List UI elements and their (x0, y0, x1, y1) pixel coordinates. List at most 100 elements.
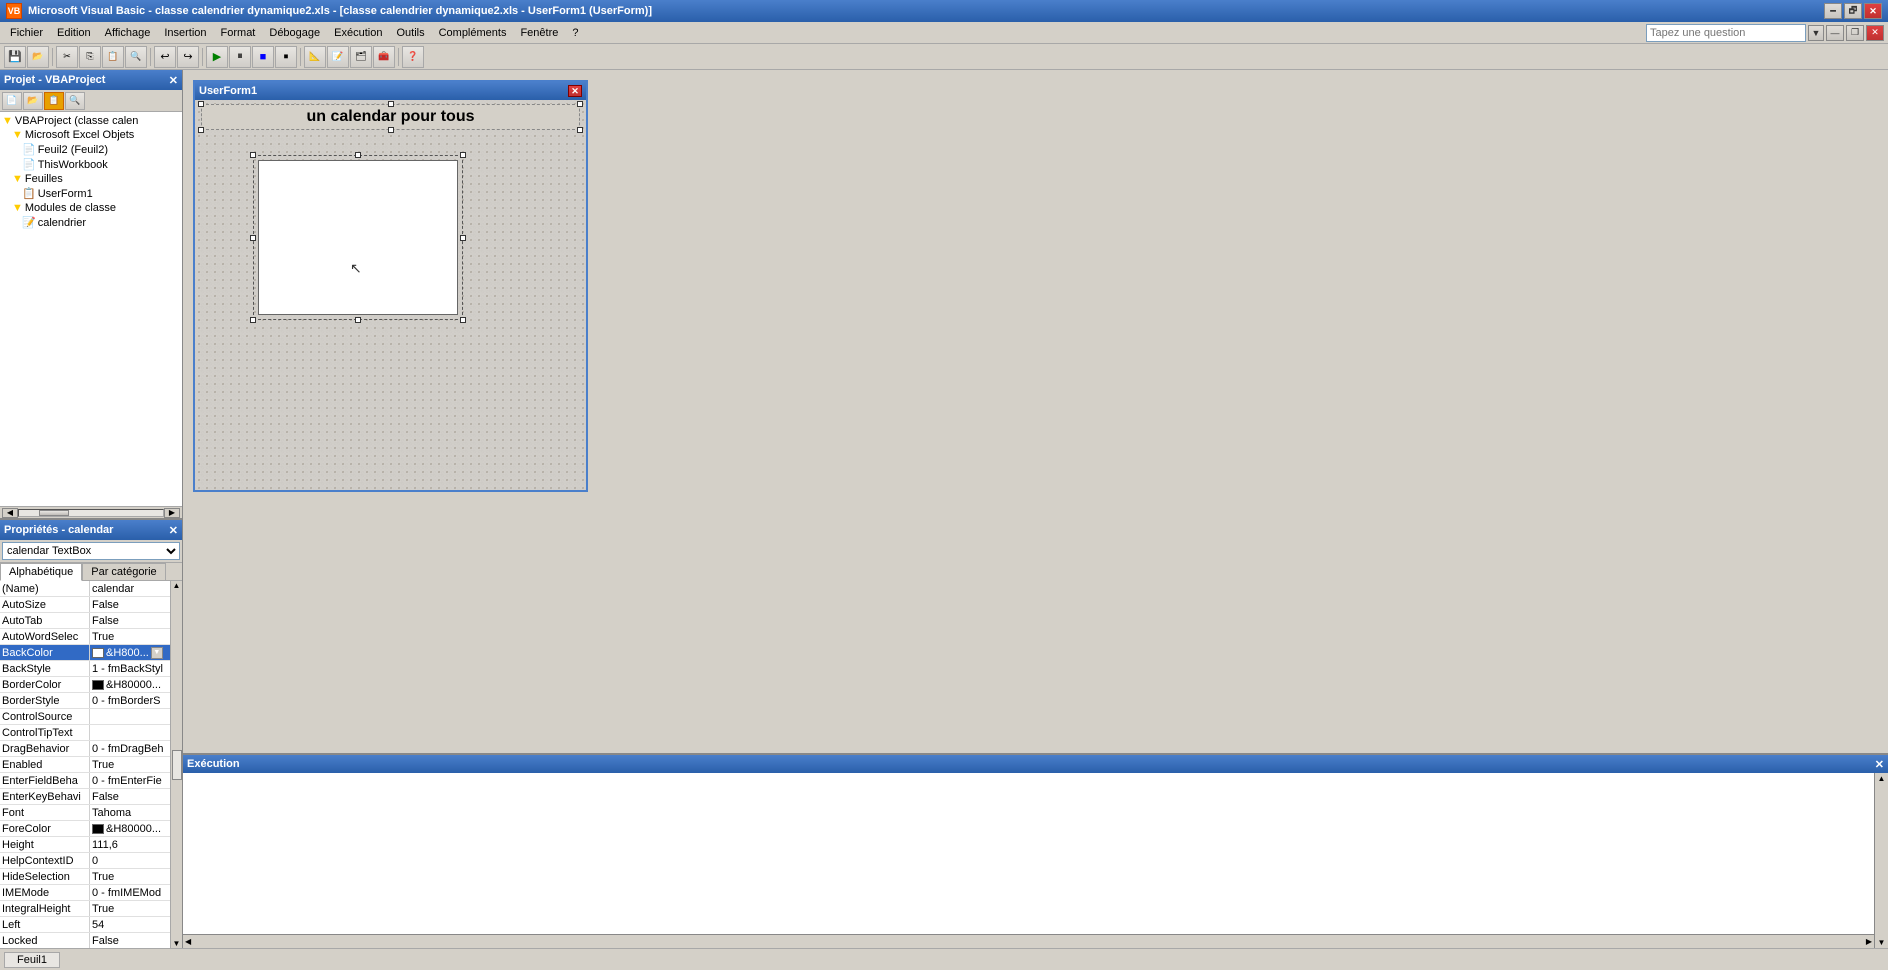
project-panel-close[interactable]: ✕ (169, 74, 178, 87)
tool-pause[interactable]: ⏸ (229, 46, 251, 68)
handle-tl[interactable] (198, 101, 204, 107)
scroll-thumb[interactable] (39, 510, 69, 516)
proj-btn-1[interactable]: 📄 (2, 92, 22, 110)
tree-icon-feuil2: 📄 (22, 143, 36, 156)
exec-hscroll-right[interactable]: ▶ (1864, 937, 1874, 946)
backcolor-dropdown[interactable]: ▼ (151, 647, 163, 659)
prop-imemode: IMEMode 0 - fmIMEMod (0, 885, 170, 901)
tree-item-thisworkbook[interactable]: 📄 ThisWorkbook (2, 157, 180, 172)
menu-fenetre[interactable]: Fenêtre (514, 25, 564, 41)
prop-forecolor: ForeColor &H80000... (0, 821, 170, 837)
tool-paste[interactable]: 📋 (102, 46, 124, 68)
tool-open[interactable]: 📂 (27, 46, 49, 68)
window-close[interactable]: ✕ (1866, 25, 1884, 41)
tool-copy[interactable]: ⎘ (79, 46, 101, 68)
exec-scroll-down[interactable]: ▼ (1877, 937, 1887, 948)
exec-hscroll-left[interactable]: ◀ (183, 937, 193, 946)
tool-redo[interactable]: ↪ (177, 46, 199, 68)
tree-item-calendrier[interactable]: 📝 calendrier (2, 215, 180, 230)
menu-insertion[interactable]: Insertion (158, 25, 212, 41)
handle-br[interactable] (577, 127, 583, 133)
menu-execution[interactable]: Exécution (328, 25, 388, 41)
question-box: ▼ — ❐ ✕ (1646, 24, 1884, 42)
scroll-track[interactable] (18, 509, 164, 517)
tool-explorer[interactable]: 🗂 (350, 46, 372, 68)
proj-btn-3[interactable]: 📋 (44, 92, 64, 110)
handle-tb-br[interactable] (460, 317, 466, 323)
handle-tr[interactable] (577, 101, 583, 107)
tree-label-feuilles: Feuilles (25, 173, 63, 185)
tab-alphabetique[interactable]: Alphabétique (0, 563, 82, 581)
prop-controlsource: ControlSource (0, 709, 170, 725)
handle-tb-tl[interactable] (250, 152, 256, 158)
scroll-thumb[interactable] (172, 750, 182, 780)
tab-par-categorie[interactable]: Par catégorie (82, 563, 165, 580)
window-minimize[interactable]: — (1826, 25, 1844, 41)
tree-item-modules[interactable]: ▼ Modules de classe (2, 201, 180, 215)
scroll-down-btn[interactable]: ▼ (173, 939, 181, 948)
textbox-container[interactable] (253, 155, 463, 320)
window-restore[interactable]: ❐ (1846, 25, 1864, 41)
question-input[interactable] (1646, 24, 1806, 42)
question-dropdown[interactable]: ▼ (1808, 25, 1824, 41)
props-panel-close[interactable]: ✕ (169, 524, 178, 537)
tool-props[interactable]: 📝 (327, 46, 349, 68)
menu-help[interactable]: ? (566, 25, 584, 41)
handle-bl[interactable] (198, 127, 204, 133)
tool-run[interactable]: ▶ (206, 46, 228, 68)
prop-backcolor[interactable]: BackColor &H800... ▼ (0, 645, 170, 661)
scroll-up-btn[interactable]: ▲ (173, 581, 181, 590)
exec-scrollbar[interactable]: ▲ ▼ (1874, 773, 1888, 948)
menu-edition[interactable]: Edition (51, 25, 97, 41)
forecolor-swatch (92, 824, 104, 834)
tool-design[interactable]: 📐 (304, 46, 326, 68)
scroll-left[interactable]: ◀ (2, 508, 18, 518)
exec-close[interactable]: ✕ (1875, 758, 1884, 771)
handle-tm[interactable] (388, 101, 394, 107)
tool-save[interactable]: 💾 (4, 46, 26, 68)
tool-toolbox[interactable]: 🧰 (373, 46, 395, 68)
prop-autosize: AutoSize False (0, 597, 170, 613)
tree-item-feuilles[interactable]: ▼ Feuilles (2, 172, 180, 186)
proj-btn-2[interactable]: 📂 (23, 92, 43, 110)
minimize-button[interactable]: 🗕 (1824, 3, 1842, 19)
tree-item-feuil2[interactable]: 📄 Feuil2 (Feuil2) (2, 142, 180, 157)
tool-reset[interactable]: ⏹ (275, 46, 297, 68)
tree-scrollbar[interactable]: ◀ ▶ (0, 506, 182, 518)
tree-item-userform1[interactable]: 📋 UserForm1 (2, 186, 180, 201)
menu-outils[interactable]: Outils (390, 25, 430, 41)
tool-undo[interactable]: ↩ (154, 46, 176, 68)
props-select[interactable]: calendar TextBox (2, 542, 180, 560)
userform-close[interactable]: ✕ (568, 85, 582, 97)
status-tab-feuil1[interactable]: Feuil1 (4, 952, 60, 968)
handle-tb-tr[interactable] (460, 152, 466, 158)
proj-btn-4[interactable]: 🔍 (65, 92, 85, 110)
restore-button[interactable]: 🗗 (1844, 3, 1862, 19)
close-button[interactable]: ✕ (1864, 3, 1882, 19)
menu-debogage[interactable]: Débogage (263, 25, 326, 41)
tool-help[interactable]: ❓ (402, 46, 424, 68)
tool-find[interactable]: 🔍 (125, 46, 147, 68)
exec-hscrollbar[interactable]: ◀ ▶ (183, 934, 1874, 948)
textbox-element[interactable] (258, 160, 458, 315)
project-tree[interactable]: ▼ VBAProject (classe calen ▼ Microsoft E… (0, 112, 182, 506)
handle-tb-bl[interactable] (250, 317, 256, 323)
menu-affichage[interactable]: Affichage (99, 25, 157, 41)
menu-fichier[interactable]: Fichier (4, 25, 49, 41)
tree-item-excel[interactable]: ▼ Microsoft Excel Objets (2, 128, 180, 142)
handle-tb-mr[interactable] (460, 235, 466, 241)
tree-item-project[interactable]: ▼ VBAProject (classe calen (2, 114, 180, 128)
props-scrollbar[interactable]: ▲ ▼ (170, 581, 182, 948)
menu-format[interactable]: Format (215, 25, 262, 41)
handle-tb-tm[interactable] (355, 152, 361, 158)
exec-scroll-up[interactable]: ▲ (1877, 773, 1887, 784)
handle-bm[interactable] (388, 127, 394, 133)
tool-stop[interactable]: ■ (252, 46, 274, 68)
tool-cut[interactable]: ✂ (56, 46, 78, 68)
handle-tb-bm[interactable] (355, 317, 361, 323)
form-label-container[interactable]: un calendar pour tous (201, 104, 580, 130)
menu-complements[interactable]: Compléments (433, 25, 513, 41)
scroll-right[interactable]: ▶ (164, 508, 180, 518)
userform-window[interactable]: UserForm1 ✕ un calendar pour tous (193, 80, 588, 492)
handle-tb-ml[interactable] (250, 235, 256, 241)
